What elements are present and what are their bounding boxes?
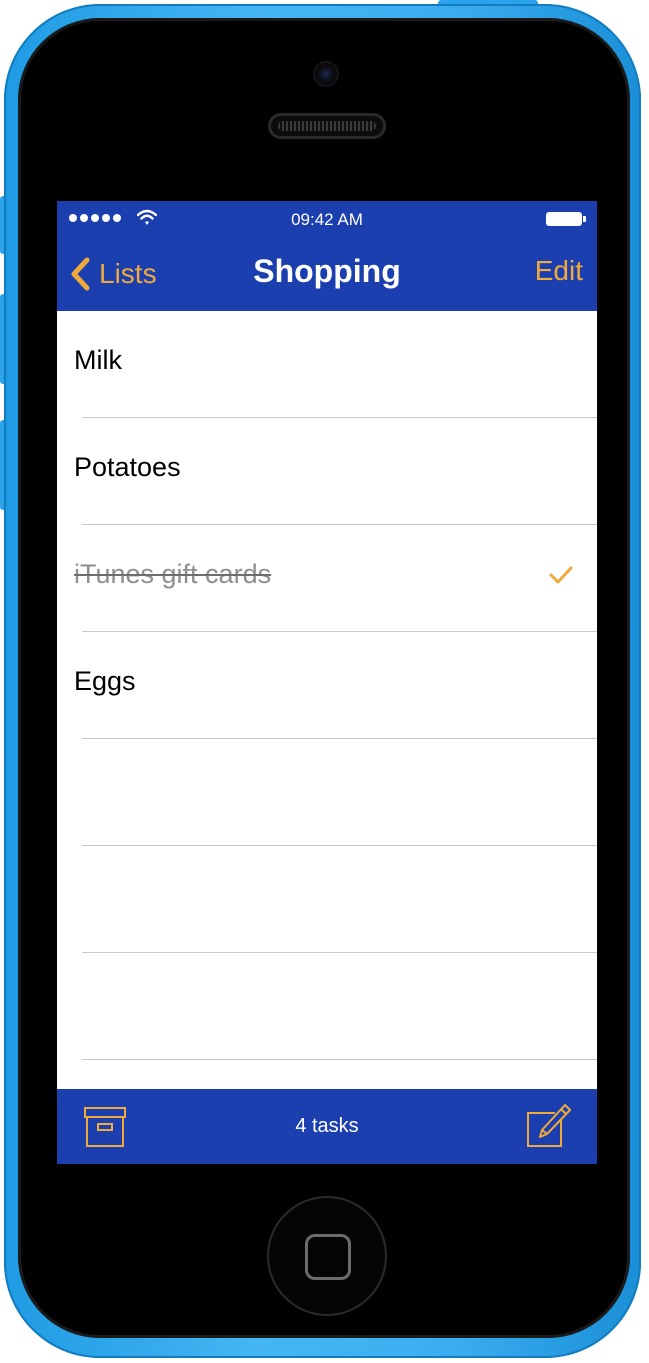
task-list: Milk Potatoes iTunes gift cards Eggs — [57, 311, 597, 1060]
task-row[interactable]: Potatoes — [57, 418, 597, 525]
page-title: Shopping — [253, 253, 401, 289]
task-row[interactable]: Milk — [57, 311, 597, 418]
status-bar: 09:42 AM — [57, 201, 597, 237]
task-label: Potatoes — [74, 452, 181, 482]
home-button[interactable] — [267, 1196, 387, 1316]
app-screen: 09:42 AM Lists Shopping Edit Milk Potato… — [57, 201, 597, 1164]
device-mockup: 09:42 AM Lists Shopping Edit Milk Potato… — [0, 0, 649, 1363]
task-row-completed[interactable]: iTunes gift cards — [57, 525, 597, 632]
battery-icon — [546, 212, 586, 226]
home-square-icon — [305, 1234, 351, 1280]
edit-button[interactable]: Edit — [535, 255, 583, 287]
task-label: Eggs — [74, 666, 136, 696]
empty-task-row[interactable] — [57, 953, 597, 1060]
top-bar: 09:42 AM Lists Shopping Edit — [57, 201, 597, 311]
task-count-label: 4 tasks — [295, 1115, 359, 1137]
earpiece-speaker — [268, 113, 386, 139]
task-row[interactable]: Eggs — [57, 632, 597, 739]
bottom-toolbar: 4 tasks — [57, 1089, 597, 1164]
task-label: iTunes gift cards — [74, 559, 272, 589]
empty-task-row[interactable] — [57, 739, 597, 846]
task-label: Milk — [74, 345, 122, 375]
front-camera — [315, 63, 337, 85]
empty-task-row[interactable] — [57, 846, 597, 953]
compose-icon[interactable] — [525, 1103, 571, 1149]
navigation-bar: Lists Shopping Edit — [57, 237, 597, 311]
checkmark-icon — [549, 566, 573, 584]
status-time: 09:42 AM — [291, 210, 363, 229]
